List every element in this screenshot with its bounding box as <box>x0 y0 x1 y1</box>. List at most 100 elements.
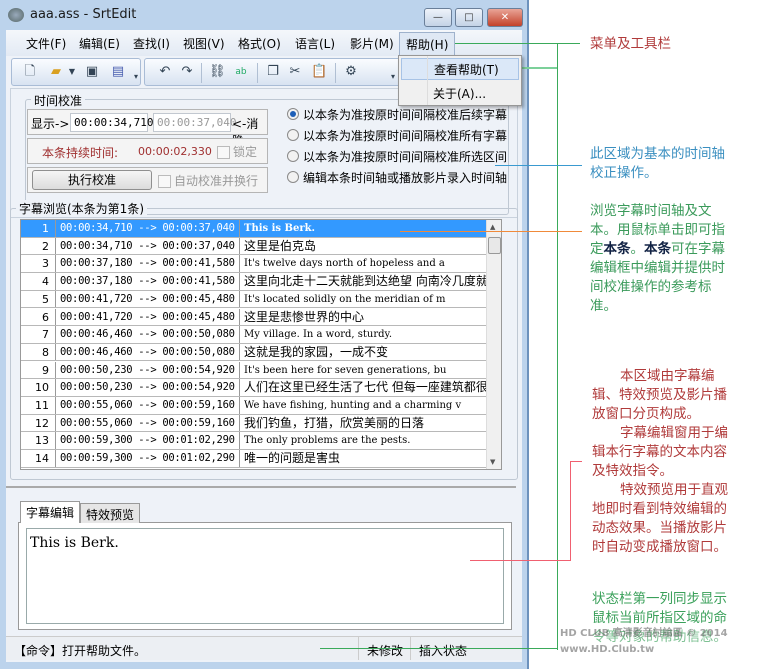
scroll-up-icon[interactable]: ▲ <box>490 223 495 231</box>
lock-label: 锁定 <box>233 145 258 159</box>
start-time-field[interactable]: 00:00:34,710 <box>70 113 153 132</box>
auto-calibrate-label: 自动校准并换行 <box>174 174 259 188</box>
menu-item-about[interactable]: 关于(A)... <box>401 83 519 105</box>
subtitle-editor[interactable]: This is Berk. <box>26 528 504 624</box>
row-number: 6 <box>21 308 56 326</box>
replace-icon[interactable]: ab <box>233 64 249 80</box>
row-time: 00:00:55,060 --> 00:00:59,160 <box>56 414 240 432</box>
row-number: 8 <box>21 343 56 361</box>
time-pointer-line <box>495 165 582 166</box>
menu-help[interactable]: 帮助(H) <box>399 32 456 56</box>
execute-row: 执行校准 自动校准并换行 <box>27 167 268 193</box>
auto-calibrate-checkbox[interactable]: 自动校准并换行 <box>158 172 258 189</box>
undo-icon[interactable]: ↶ <box>157 64 173 80</box>
duration-label: 本条持续时间: <box>42 146 119 160</box>
row-time: 00:00:34,710 --> 00:00:37,040 <box>56 237 240 255</box>
table-row[interactable]: 8 00:00:46,460 --> 00:00:50,080 这就是我的家园，一成… <box>21 343 486 362</box>
row-number: 11 <box>21 397 56 414</box>
cut-icon[interactable]: ✂ <box>287 64 303 80</box>
maximize-button[interactable]: □ <box>455 8 483 27</box>
menu-format[interactable]: 格式(O) <box>238 35 281 52</box>
row-time: 00:00:41,720 --> 00:00:45,480 <box>56 308 240 326</box>
copy-icon[interactable]: ❐ <box>265 64 281 80</box>
minimize-button[interactable]: — <box>424 8 452 27</box>
status-pointer-vertical <box>557 43 558 650</box>
time-calibration-panel: 时间校准 显示-> 00:00:34,710 00:00:37,040 <-消隐… <box>10 88 518 218</box>
paste-icon[interactable]: 📋 <box>311 64 327 80</box>
execute-calibration-button[interactable]: 执行校准 <box>32 170 152 190</box>
row-text: 这里是悲惨世界的中心 <box>244 309 365 324</box>
row-time: 00:00:55,060 --> 00:00:59,160 <box>56 397 240 414</box>
row-text: It's located solidly on the meridian of … <box>244 293 446 305</box>
table-row[interactable]: 14 00:00:59,300 --> 00:01:02,290 唯一的问题是害虫 <box>21 450 486 468</box>
menu-find[interactable]: 查找(I) <box>133 35 170 52</box>
list-scrollbar[interactable]: ▲ ▼ <box>486 220 501 469</box>
toolbar-overflow-icon[interactable]: ▾ <box>128 69 144 85</box>
row-time: 00:00:37,180 --> 00:00:41,580 <box>56 273 240 290</box>
row-text: This is Berk. <box>244 223 316 234</box>
lock-checkbox[interactable]: 锁定 <box>217 143 257 160</box>
table-row[interactable]: 6 00:00:41,720 --> 00:00:45,480 这里是悲惨世界的中心 <box>21 308 486 327</box>
title-bar: aaa.ass - SrtEdit — □ ✕ <box>0 0 527 30</box>
menu-language[interactable]: 语言(L) <box>295 35 335 52</box>
new-file-icon[interactable]: 🗋 <box>22 64 38 80</box>
table-row[interactable]: 3 00:00:37,180 --> 00:00:41,580 It's twelv… <box>21 255 486 273</box>
row-time: 00:00:37,180 --> 00:00:41,580 <box>56 255 240 272</box>
row-time: 00:00:59,300 --> 00:01:02,290 <box>56 432 240 449</box>
display-label: 显示-> <box>31 117 70 131</box>
row-time: 00:00:34,710 --> 00:00:37,040 <box>56 220 240 237</box>
settings-icon[interactable]: ⚙ <box>343 64 359 80</box>
table-row[interactable]: 9 00:00:50,230 --> 00:00:54,920 It's been … <box>21 361 486 380</box>
row-number: 12 <box>21 414 56 432</box>
subtitle-list[interactable]: 14 00:00:59,300 --> 00:01:02,290 唯一的问题是害虫 1… <box>20 219 502 470</box>
menu-view[interactable]: 视图(V) <box>183 35 225 52</box>
end-time-field[interactable]: 00:00:37,040 <box>153 113 236 132</box>
save-as-icon[interactable]: ▤ <box>110 64 126 80</box>
app-icon <box>8 8 24 22</box>
open-folder-icon[interactable]: ▰ <box>48 64 64 80</box>
row-text: It's been here for seven generations, bu <box>244 364 447 376</box>
table-row[interactable]: 4 00:00:37,180 --> 00:00:41,580 这里向北走十二天就能… <box>21 273 486 291</box>
table-row[interactable]: 11 00:00:55,060 --> 00:00:59,160 We have f… <box>21 397 486 415</box>
find-icon[interactable]: ⛓ <box>209 64 226 80</box>
close-button[interactable]: ✕ <box>487 8 523 27</box>
tab-subtitle-edit[interactable]: 字幕编辑 <box>20 501 81 523</box>
splitter[interactable] <box>6 486 516 488</box>
option-edit-timeline[interactable]: 编辑本条时间轴或播放影片录入时间轴 <box>287 169 507 186</box>
row-number: 10 <box>21 379 56 396</box>
option-calibrate-following[interactable]: 以本条为准按原时间间隔校准后续字幕 <box>287 106 507 123</box>
scroll-down-icon[interactable]: ▼ <box>490 458 495 466</box>
menu-movie[interactable]: 影片(M) <box>350 35 394 52</box>
browse-legend: 字幕浏览(本条为第1条) <box>16 200 147 217</box>
redo-icon[interactable]: ↷ <box>179 64 195 80</box>
tab-effect-preview[interactable]: 特效预览 <box>80 503 141 523</box>
help-dropdown-menu: 查看帮助(T) 关于(A)... <box>398 55 522 106</box>
row-text: The only problems are the pests. <box>244 435 411 447</box>
display-row: 显示-> 00:00:34,710 00:00:37,040 <-消隐 <box>27 109 268 148</box>
option-calibrate-all[interactable]: 以本条为准按原时间间隔校准所有字幕 <box>287 127 507 144</box>
open-dropdown-icon[interactable]: ▼ <box>64 64 80 80</box>
row-number: 14 <box>21 450 56 467</box>
annotation-time: 此区域为基本的时间轴校正操作。 <box>590 146 725 181</box>
row-text: It's twelve days north of hopeless and a <box>244 258 445 270</box>
table-row[interactable]: 10 00:00:50,230 --> 00:00:54,920 人们在这里已经生活… <box>21 379 486 397</box>
row-text: We have fishing, hunting and a charming … <box>244 400 462 411</box>
duration-row: 本条持续时间: 00:00:02,330 锁定 <box>27 138 268 164</box>
table-row[interactable]: 7 00:00:46,460 --> 00:00:50,080 My village… <box>21 326 486 344</box>
table-row[interactable]: 5 00:00:41,720 --> 00:00:45,480 It's locat… <box>21 290 486 309</box>
row-time: 00:00:41,720 --> 00:00:45,480 <box>56 290 240 308</box>
menu-item-view-help[interactable]: 查看帮助(T) <box>401 58 519 80</box>
table-row[interactable]: 12 00:00:55,060 --> 00:00:59,160 我们钓鱼，打猎，欣… <box>21 414 486 433</box>
row-time: 00:00:59,300 --> 00:01:02,290 <box>56 450 240 467</box>
option-calibrate-selected[interactable]: 以本条为准按原时间间隔校准所选区间 <box>287 148 507 165</box>
save-icon[interactable]: ▣ <box>84 64 100 80</box>
table-row[interactable]: 2 00:00:34,710 --> 00:00:37,040 这里是伯克岛 <box>21 237 486 256</box>
menu-file[interactable]: 文件(F) <box>26 35 66 52</box>
menu-edit[interactable]: 编辑(E) <box>79 35 120 52</box>
row-text: 这就是我的家园，一成不变 <box>244 344 389 359</box>
row-text: 人们在这里已经生活了七代 但每一座建筑都很 <box>244 380 486 395</box>
table-row[interactable]: 13 00:00:59,300 --> 00:01:02,290 The only … <box>21 432 486 450</box>
table-row[interactable]: 1 00:00:34,710 --> 00:00:37,040 This is Be… <box>21 220 486 238</box>
row-number: 1 <box>21 220 56 237</box>
scroll-thumb[interactable] <box>488 237 501 254</box>
